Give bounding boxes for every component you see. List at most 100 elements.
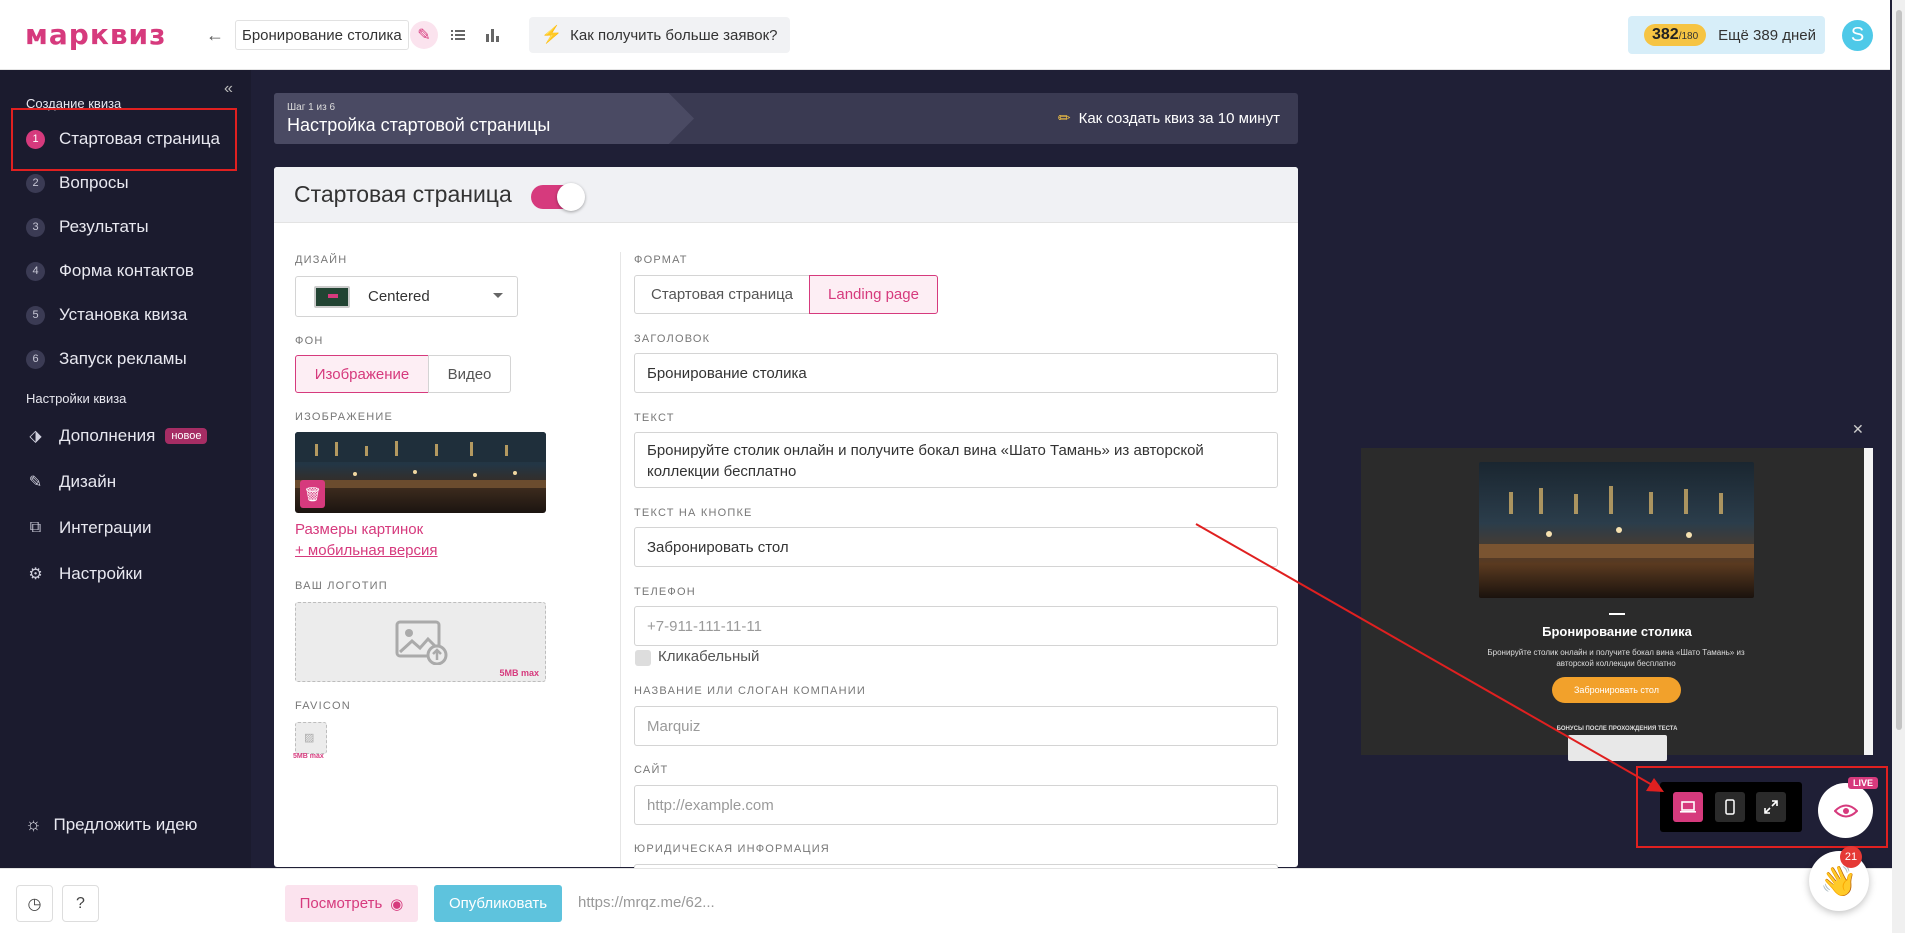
preview-bonus-title: БОНУСЫ ПОСЛЕ ПРОХОЖДЕНИЯ ТЕСТА: [1556, 726, 1678, 732]
howto-label: Как создать квиз за 10 минут: [1078, 109, 1280, 127]
sidebar-item-addons[interactable]: ⬗ Дополнения новое: [26, 421, 208, 451]
design-value: Centered: [368, 288, 430, 305]
toggle-knob[interactable]: [557, 183, 585, 211]
page-scrollbar-thumb[interactable]: [1896, 10, 1902, 730]
sidebar-item-install[interactable]: 5 Установка квиза: [26, 300, 187, 330]
tips-button[interactable]: ⚡ Как получить больше заявок?: [529, 17, 790, 53]
image-sizes-link[interactable]: Размеры картинок: [295, 521, 423, 538]
sidebar-item-label: Запуск рекламы: [59, 349, 187, 368]
button-text-input[interactable]: Забронировать стол: [634, 527, 1278, 567]
preview-cta-button: Забронировать стол: [1552, 677, 1681, 703]
quiz-title[interactable]: Бронирование столика: [235, 20, 409, 50]
image-icon: ▨: [304, 732, 315, 744]
sidebar-item-label: Дополнения: [59, 426, 156, 445]
section-settings-title: Настройки квиза: [26, 391, 127, 406]
bottom-bar: [0, 868, 1892, 933]
sidebar-item-design[interactable]: ✎ Дизайн: [26, 467, 116, 497]
heading-label: ЗАГОЛОВОК: [634, 333, 711, 345]
preview-title: Бронирование столика: [1542, 624, 1692, 639]
step-counter: Шаг 1 из 6: [287, 102, 336, 113]
sidebar-item-contact-form[interactable]: 4 Форма контактов: [26, 256, 194, 286]
quiz-url[interactable]: https://mrqz.me/62...: [578, 894, 715, 911]
sidebar-item-label: Вопросы: [59, 173, 129, 192]
sidebar-item-label: Результаты: [59, 217, 149, 236]
sidebar-item-ads[interactable]: 6 Запуск рекламы: [26, 344, 187, 374]
lightbulb-icon: ☼: [25, 814, 42, 834]
legal-label: ЮРИДИЧЕСКАЯ ИНФОРМАЦИЯ: [634, 843, 830, 855]
suggest-label: Предложить идею: [53, 814, 198, 834]
site-input[interactable]: http://example.com: [634, 785, 1278, 825]
phone-label: ТЕЛЕФОН: [634, 586, 696, 598]
bg-image-option[interactable]: Изображение: [295, 355, 429, 393]
sidebar-item-label: Форма контактов: [59, 261, 194, 280]
format-start-page-option[interactable]: Стартовая страница: [634, 275, 810, 314]
step-number: 2: [26, 173, 45, 193]
logo-label: ВАШ ЛОГОТИП: [295, 580, 388, 592]
sidebar-item-settings[interactable]: ⚙ Настройки: [26, 559, 142, 589]
pencil-icon[interactable]: ✎: [410, 21, 438, 49]
column-divider: [620, 252, 621, 867]
phone-input[interactable]: +7-911-111-11-11: [634, 606, 1278, 646]
text-textarea[interactable]: Бронируйте столик онлайн и получите бока…: [634, 432, 1278, 488]
sidebar-item-questions[interactable]: 2 Вопросы: [26, 168, 129, 198]
sidebar-item-results[interactable]: 3 Результаты: [26, 212, 149, 242]
view-label: Посмотреть: [299, 895, 383, 912]
gear-icon: ⚙: [28, 566, 43, 583]
logo-max-note: 5MB max: [499, 668, 539, 678]
company-input[interactable]: Marquiz: [634, 706, 1278, 746]
mobile-version-link[interactable]: + мобильная версия: [295, 542, 438, 559]
pencil-icon: ✏: [1058, 110, 1071, 127]
favicon-upload[interactable]: ▨: [295, 722, 327, 754]
preview-image: [1479, 462, 1754, 598]
logo-upload[interactable]: 5MB max: [295, 602, 546, 682]
eye-icon: ◉: [390, 895, 404, 913]
howto-link[interactable]: ✏ Как создать квиз за 10 минут: [1058, 109, 1280, 128]
clock-folder-icon: ◷: [27, 895, 42, 913]
logo[interactable]: марквиз: [25, 18, 166, 51]
step-number: 3: [26, 217, 45, 237]
notification-badge: 21: [1840, 846, 1862, 868]
phone-placeholder: +7-911-111-11-11: [647, 617, 762, 635]
preview-scrollbar[interactable]: [1864, 448, 1873, 755]
background-image-preview[interactable]: [295, 432, 546, 513]
heading-input[interactable]: Бронирование столика: [634, 353, 1278, 393]
card-title: Стартовая страница: [294, 181, 512, 207]
favicon-max-note: 5MB max: [293, 753, 324, 760]
sidebar-item-label: Настройки: [59, 564, 143, 583]
site-placeholder: http://example.com: [647, 796, 774, 814]
preview-text: Бронируйте столик онлайн и получите бока…: [1487, 648, 1745, 668]
collapse-icon[interactable]: «: [224, 80, 233, 98]
delete-image-button[interactable]: 🗑: [300, 480, 325, 508]
preview-cta-label: Забронировать стол: [1574, 685, 1659, 695]
list-icon[interactable]: [444, 21, 472, 49]
chevron-down-icon: [493, 293, 503, 298]
puzzle-icon: ⬗: [29, 428, 42, 445]
format-landing-option[interactable]: Landing page: [809, 275, 938, 314]
annotation-box-start-page: [11, 108, 237, 171]
brush-icon: ✎: [28, 474, 43, 491]
image-upload-icon: [395, 620, 448, 665]
publish-button[interactable]: Опубликовать: [434, 885, 562, 922]
view-button[interactable]: Посмотреть ◉: [285, 885, 418, 922]
site-label: САЙТ: [634, 764, 669, 776]
suggest-idea-link[interactable]: ☼ Предложить идею: [25, 814, 197, 835]
balance-badge[interactable]: 382/180 Ещё 389 дней: [1628, 16, 1825, 54]
clickable-checkbox[interactable]: [635, 650, 651, 666]
close-icon[interactable]: ✕: [1852, 421, 1868, 437]
history-button[interactable]: ◷: [16, 885, 53, 922]
design-thumbnail: [314, 285, 350, 308]
avatar[interactable]: S: [1842, 20, 1873, 51]
design-select[interactable]: Centered: [295, 276, 518, 317]
start-page-card: [274, 167, 1298, 867]
step-number: 5: [26, 305, 45, 325]
sidebar-item-label: Установка квиза: [59, 305, 188, 324]
company-label: НАЗВАНИЕ ИЛИ СЛОГАН КОМПАНИИ: [634, 685, 866, 697]
bar-chart-icon[interactable]: [478, 21, 506, 49]
help-button[interactable]: ?: [62, 885, 99, 922]
bg-video-option[interactable]: Видео: [428, 355, 511, 393]
text-label: ТЕКСТ: [634, 412, 675, 424]
question-icon: ?: [76, 894, 85, 912]
format-label: ФОРМАТ: [634, 254, 688, 266]
sidebar-item-integrations[interactable]: ⧉ Интеграции: [26, 513, 152, 543]
back-arrow-icon[interactable]: ←: [201, 21, 229, 49]
